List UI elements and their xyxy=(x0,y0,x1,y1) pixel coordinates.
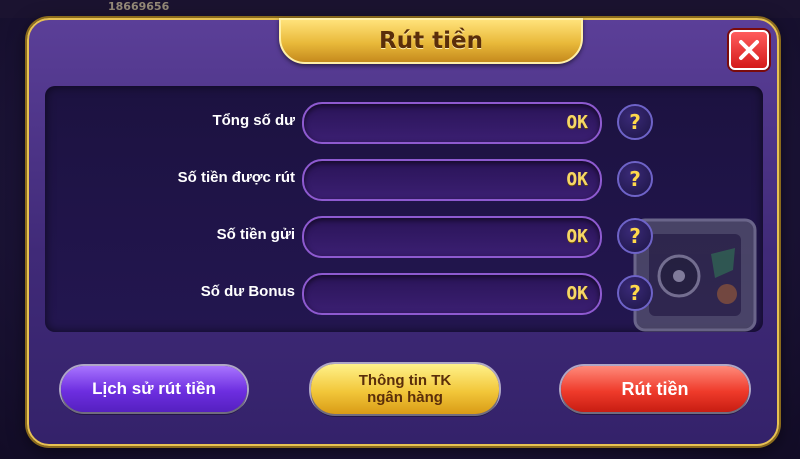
deposit-value: OK xyxy=(566,226,588,247)
bonus-balance-value: OK xyxy=(566,283,588,304)
withdraw-dialog: Rút tiền Tổng số dư OK ? Số tiền được rú… xyxy=(27,18,779,446)
title-banner: Rút tiền xyxy=(279,18,583,64)
bonus-balance-field: OK xyxy=(302,273,602,315)
bonus-balance-label: Số dư Bonus xyxy=(200,283,295,300)
deposit-help-icon[interactable]: ? xyxy=(617,218,653,254)
row-total-balance: Tổng số dư OK ? xyxy=(45,102,763,144)
close-x-icon xyxy=(739,40,759,60)
withdrawable-help-icon[interactable]: ? xyxy=(617,161,653,197)
deposit-field: OK xyxy=(302,216,602,258)
total-balance-field: OK xyxy=(302,102,602,144)
withdrawable-value: OK xyxy=(566,169,588,190)
withdrawable-label: Số tiền được rút xyxy=(177,169,295,186)
total-balance-label: Tổng số dư xyxy=(212,112,295,129)
total-balance-help-icon[interactable]: ? xyxy=(617,104,653,140)
withdraw-history-button[interactable]: Lịch sử rút tiền xyxy=(61,366,247,412)
background-strip: 18669656 xyxy=(0,0,800,18)
row-withdrawable: Số tiền được rút OK ? xyxy=(45,159,763,201)
withdrawable-field: OK xyxy=(302,159,602,201)
total-balance-value: OK xyxy=(566,112,588,133)
withdraw-button[interactable]: Rút tiền xyxy=(561,366,749,412)
bank-info-line2: ngân hàng xyxy=(367,389,443,406)
deposit-label: Số tiền gửi xyxy=(216,226,295,243)
background-counter: 18669656 xyxy=(108,0,170,13)
bank-info-line1: Thông tin TK xyxy=(358,372,452,389)
dialog-title: Rút tiền xyxy=(379,28,483,54)
balance-panel: Tổng số dư OK ? Số tiền được rút OK ? Số… xyxy=(45,86,763,332)
bank-info-button[interactable]: Thông tin TK ngân hàng xyxy=(311,364,499,414)
bonus-balance-help-icon[interactable]: ? xyxy=(617,275,653,311)
close-button[interactable] xyxy=(729,30,769,70)
row-deposit: Số tiền gửi OK ? xyxy=(45,216,763,258)
row-bonus-balance: Số dư Bonus OK ? xyxy=(45,273,763,315)
